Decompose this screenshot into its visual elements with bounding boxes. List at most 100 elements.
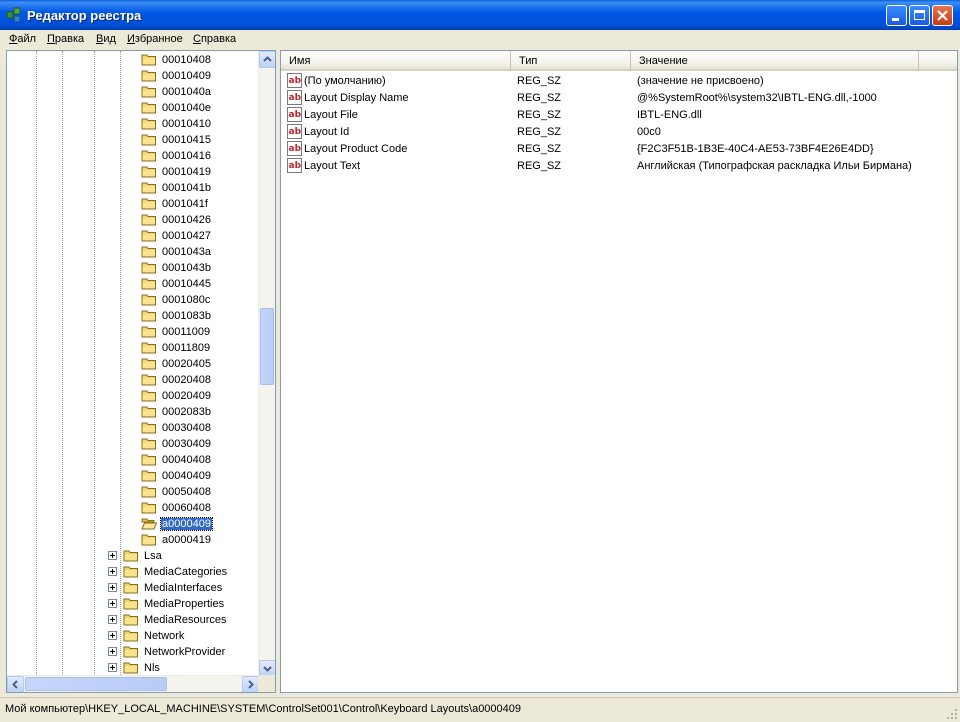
tree-item-label: 00020408: [162, 374, 211, 386]
tree-item[interactable]: 00010426: [7, 212, 259, 228]
folder-icon: [141, 294, 156, 306]
cell-type: REG_SZ: [517, 109, 562, 121]
tree-item[interactable]: 0001041b: [7, 180, 259, 196]
resize-grip-icon[interactable]: [946, 708, 958, 720]
tree-item[interactable]: 00010410: [7, 116, 259, 132]
tree-item[interactable]: 00010427: [7, 228, 259, 244]
expand-plus-icon[interactable]: [108, 615, 117, 624]
folder-icon: [141, 278, 156, 290]
menu-2[interactable]: Правка: [47, 33, 84, 45]
tree-item-label: a0000409: [160, 517, 213, 531]
menu-1[interactable]: Файл: [9, 33, 36, 45]
tree-item[interactable]: 0001040e: [7, 100, 259, 116]
folder-icon: [141, 454, 156, 466]
reg-sz-icon: ab: [287, 158, 302, 173]
cell-value: IBTL-ENG.dll: [637, 109, 702, 121]
folder-icon: [123, 598, 138, 610]
expand-plus-icon[interactable]: [108, 647, 117, 656]
folder-icon: [141, 198, 156, 210]
tree-item[interactable]: MediaCategories: [7, 564, 259, 580]
tree-item-label: 0002083b: [162, 406, 211, 418]
reg-sz-icon: ab: [287, 90, 302, 105]
tree-item[interactable]: MediaInterfaces: [7, 580, 259, 596]
maximize-icon: [914, 10, 925, 20]
tree-item-label: MediaResources: [144, 614, 227, 626]
tree-item[interactable]: 0001041f: [7, 196, 259, 212]
list-item[interactable]: ab Layout Display Name REG_SZ @%SystemRoot%…: [281, 90, 957, 107]
menu-3[interactable]: Вид: [96, 33, 116, 45]
chevron-left-icon: [12, 680, 18, 689]
cell-value: (значение не присвоено): [637, 75, 764, 87]
tree-item[interactable]: 0001043a: [7, 244, 259, 260]
scroll-right-button[interactable]: [242, 676, 259, 692]
tree-item[interactable]: 00020405: [7, 356, 259, 372]
list-item[interactable]: ab Layout Id REG_SZ 00c0: [281, 124, 957, 141]
tree-vscroll-thumb[interactable]: [260, 308, 274, 385]
tree-item[interactable]: 00010419: [7, 164, 259, 180]
list-item[interactable]: ab Layout Text REG_SZ Английская (Типографс…: [281, 158, 957, 175]
tree-item[interactable]: 00010445: [7, 276, 259, 292]
tree-item[interactable]: 00010416: [7, 148, 259, 164]
maximize-button[interactable]: [909, 5, 930, 26]
tree-item[interactable]: Lsa: [7, 548, 259, 564]
tree-item[interactable]: Network: [7, 628, 259, 644]
values-list[interactable]: Имя Тип Значение ab (По умолчанию) REG_SZ(…: [280, 50, 958, 693]
folder-icon: [141, 182, 156, 194]
tree-item[interactable]: 00050408: [7, 484, 259, 500]
tree-item[interactable]: 00040408: [7, 452, 259, 468]
tree-item[interactable]: 00010408: [7, 52, 259, 68]
column-header-name[interactable]: Имя: [281, 51, 511, 71]
tree-item[interactable]: 0001083b: [7, 308, 259, 324]
menu-4[interactable]: Избранное: [127, 33, 183, 45]
title-bar[interactable]: Редактор реестра: [0, 0, 960, 30]
column-header-value[interactable]: Значение: [631, 51, 919, 71]
tree-item[interactable]: 00011009: [7, 324, 259, 340]
tree-hscroll-thumb[interactable]: [25, 677, 167, 691]
registry-tree[interactable]: 00010408 00010409 0001040a 0001040e 00010410…: [6, 50, 276, 693]
tree-item[interactable]: 00030409: [7, 436, 259, 452]
tree-item[interactable]: MediaProperties: [7, 596, 259, 612]
tree-item[interactable]: 00020408: [7, 372, 259, 388]
tree-item[interactable]: 0001040a: [7, 84, 259, 100]
tree-item-label: 00030408: [162, 422, 211, 434]
cell-name: Layout Product Code: [304, 143, 408, 155]
tree-item[interactable]: MediaResources: [7, 612, 259, 628]
tree-item[interactable]: a0000409: [7, 516, 259, 532]
tree-item[interactable]: 00040409: [7, 468, 259, 484]
tree-item[interactable]: NetworkProvider: [7, 644, 259, 660]
expand-plus-icon[interactable]: [108, 551, 117, 560]
scroll-left-button[interactable]: [7, 676, 24, 692]
column-header-type[interactable]: Тип: [511, 51, 631, 71]
close-button[interactable]: [932, 5, 953, 26]
list-item[interactable]: ab Layout File REG_SZ IBTL-ENG.dll: [281, 107, 957, 124]
expand-plus-icon[interactable]: [108, 631, 117, 640]
tree-item[interactable]: Nls: [7, 660, 259, 676]
menu-5[interactable]: Справка: [193, 33, 236, 45]
expand-plus-icon[interactable]: [108, 599, 117, 608]
tree-item-label: 0001040e: [162, 102, 211, 114]
tree-item[interactable]: 00020409: [7, 388, 259, 404]
reg-sz-icon: ab: [287, 73, 302, 88]
folder-icon: [141, 534, 156, 546]
minimize-button[interactable]: [886, 5, 907, 26]
tree-item[interactable]: 00011809: [7, 340, 259, 356]
scroll-up-button[interactable]: [259, 51, 275, 68]
tree-item[interactable]: a0000419: [7, 532, 259, 548]
expand-plus-icon[interactable]: [108, 583, 117, 592]
folder-icon: [141, 342, 156, 354]
expand-plus-icon[interactable]: [108, 663, 117, 672]
tree-item[interactable]: 0001043b: [7, 260, 259, 276]
reg-sz-icon: ab: [287, 141, 302, 156]
folder-icon: [141, 118, 156, 130]
tree-horizontal-scrollbar[interactable]: [7, 675, 259, 692]
tree-item[interactable]: 00060408: [7, 500, 259, 516]
expand-plus-icon[interactable]: [108, 567, 117, 576]
tree-item[interactable]: 0001080c: [7, 292, 259, 308]
tree-item[interactable]: 0002083b: [7, 404, 259, 420]
tree-item[interactable]: 00030408: [7, 420, 259, 436]
list-item[interactable]: ab Layout Product Code REG_SZ {F2C3F51B-1B3…: [281, 141, 957, 158]
tree-vertical-scrollbar[interactable]: [258, 51, 275, 677]
tree-item[interactable]: 00010415: [7, 132, 259, 148]
list-item[interactable]: ab (По умолчанию) REG_SZ (значение не присв…: [281, 73, 957, 90]
tree-item[interactable]: 00010409: [7, 68, 259, 84]
